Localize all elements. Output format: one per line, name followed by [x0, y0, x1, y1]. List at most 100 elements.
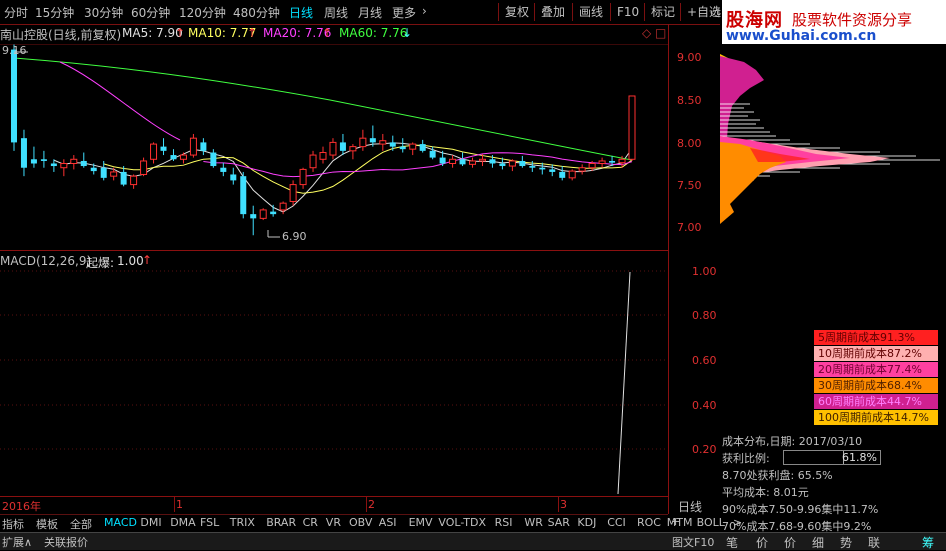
candlestick [160, 138, 167, 156]
ma20-line [203, 152, 633, 178]
indicator-tab-cr[interactable]: CR [303, 516, 318, 529]
status-bar: 扩展∧ 关联报价 图文F10 笔 价 价 细 势 联 筹 [0, 532, 946, 550]
zoom-out-button[interactable]: - [698, 515, 702, 528]
right-tab-trades[interactable]: 笔 [726, 534, 738, 551]
candlestick [200, 138, 207, 156]
candlestick [130, 174, 138, 189]
candlestick [508, 159, 516, 172]
tab-template[interactable]: 模板 [36, 516, 58, 532]
indicator-tab-roc[interactable]: ROC [637, 516, 661, 529]
candlestick [309, 150, 317, 172]
price-tick-7-5: 7.50 [677, 179, 702, 192]
expand-button[interactable]: 扩展∧ [2, 534, 32, 550]
xaxis-month-3: 3 [560, 498, 567, 511]
indicator-tabs: 指标 模板 全部 MACD DMI DMA FSL TRIX BRAR CR VR OBV ASI EMV… [0, 514, 742, 532]
macd-title: MACD(12,26,9) [0, 254, 92, 268]
tab-all[interactable]: 全部 [70, 516, 92, 532]
candlestick [30, 146, 37, 168]
profit-ratio-label: 获利比例: [722, 452, 770, 465]
cost-row-20: 20周期前成本77.4% [814, 362, 938, 377]
candlestick [628, 95, 636, 161]
profit-at-price: 8.70处获利盘: 65.5% [722, 469, 833, 482]
candlestick [70, 155, 78, 170]
xaxis-month-1: 1 [176, 498, 183, 511]
right-tab-link[interactable]: 势 [840, 534, 852, 551]
candlestick [399, 138, 406, 153]
candlestick [40, 150, 47, 168]
candlestick [339, 133, 346, 156]
right-tab-detail[interactable]: 价 [784, 534, 796, 551]
indicator-tab-dmi[interactable]: DMI [140, 516, 161, 529]
brand-slogan: 股票软件资源分享 [792, 11, 913, 29]
candlestick [189, 133, 197, 158]
indicator-tab-emv[interactable]: EMV [409, 516, 433, 529]
indicator-tab-dma[interactable]: DMA [170, 516, 196, 529]
candlestick [299, 167, 307, 189]
candlestick [329, 138, 337, 160]
candlestick [359, 129, 367, 151]
indicator-tab-macd[interactable]: MACD [104, 516, 137, 529]
indicator-tab-cci[interactable]: CCI [607, 516, 626, 529]
indicator-tab-sar[interactable]: SAR [548, 516, 570, 529]
xaxis-period: 日线 [678, 500, 703, 514]
candlestick [80, 152, 87, 168]
candlestick [279, 201, 287, 215]
indicator-tab-brar[interactable]: BRAR [266, 516, 296, 529]
macd-tick-0-6: 0.60 [692, 354, 717, 367]
candlestick [230, 167, 237, 185]
related-quote-button[interactable]: 关联报价 [44, 534, 88, 550]
candlestick [210, 149, 217, 168]
macd-tick-1: 1.00 [692, 265, 717, 278]
macd-signal-value: 1.00 [117, 254, 144, 268]
indicator-tab-trix[interactable]: TRIX [230, 516, 255, 529]
chip-distribution-chart [720, 54, 940, 224]
indicator-tab-fsl[interactable]: FSL [200, 516, 219, 529]
candlestick [578, 164, 586, 175]
candlestick [140, 157, 148, 177]
graphic-f10-button[interactable]: 图文F10 [672, 534, 714, 550]
right-tab-price[interactable]: 价 [756, 534, 768, 551]
candlestick [289, 180, 297, 206]
tab-indicator[interactable]: 指标 [2, 516, 24, 532]
cost-row-5: 5周期前成本91.3% [814, 330, 938, 345]
candlestick [598, 157, 606, 168]
candlestick [179, 152, 187, 164]
profit-ratio-value: 61.8% [842, 451, 877, 464]
xaxis-month-2: 2 [368, 498, 375, 511]
average-cost: 平均成本: 8.01元 [722, 486, 809, 499]
indicator-tab-vr[interactable]: VR [326, 516, 341, 529]
indicator-tab-vol-tdx[interactable]: VOL-TDX [438, 516, 486, 529]
candlestick [319, 146, 327, 164]
candlestick [170, 149, 177, 161]
indicator-tab-obv[interactable]: OBV [349, 516, 372, 529]
candlestick [349, 144, 357, 160]
right-tab-trend[interactable]: 细 [812, 534, 824, 551]
indicator-tab-kdj[interactable]: KDJ [577, 516, 596, 529]
right-tab-stat[interactable]: 联 [868, 534, 880, 551]
candlestick [519, 155, 526, 168]
macd-tick-0-8: 0.80 [692, 309, 717, 322]
indicator-scroll-right-icon[interactable]: > [733, 516, 742, 529]
indicator-tab-asi[interactable]: ASI [379, 516, 397, 529]
indicator-tab-rsi[interactable]: RSI [495, 516, 513, 529]
zoom-in-button[interactable]: + [671, 515, 680, 528]
candlestick [250, 205, 257, 236]
cost-legend: 5周期前成本91.3% 10周期前成本87.2% 20周期前成本77.4% 30… [814, 330, 938, 430]
low-price-label: 6.90 [282, 230, 307, 243]
candlestick [409, 142, 417, 156]
candlestick [549, 164, 556, 177]
candlestick [459, 152, 466, 167]
macd-signal-label: 起爆: [86, 256, 115, 270]
xaxis-year: 2016年 [2, 500, 41, 513]
candlestick [100, 160, 107, 181]
macd-up-arrow-icon: ↑ [142, 253, 153, 267]
cost-90-range: 90%成本7.50-9.96集中11.7% [722, 503, 879, 516]
candlestick [60, 159, 68, 177]
cost-date-line: 成本分布,日期: 2017/03/10 [722, 435, 863, 448]
right-tab-chips[interactable]: 筹 [922, 534, 934, 551]
indicator-tab-wr[interactable]: WR [524, 516, 543, 529]
candlestick [469, 157, 477, 168]
price-tick-9: 9.00 [677, 51, 702, 64]
cost-row-100: 100周期前成本14.7% [814, 410, 938, 425]
candlestick [568, 169, 576, 181]
